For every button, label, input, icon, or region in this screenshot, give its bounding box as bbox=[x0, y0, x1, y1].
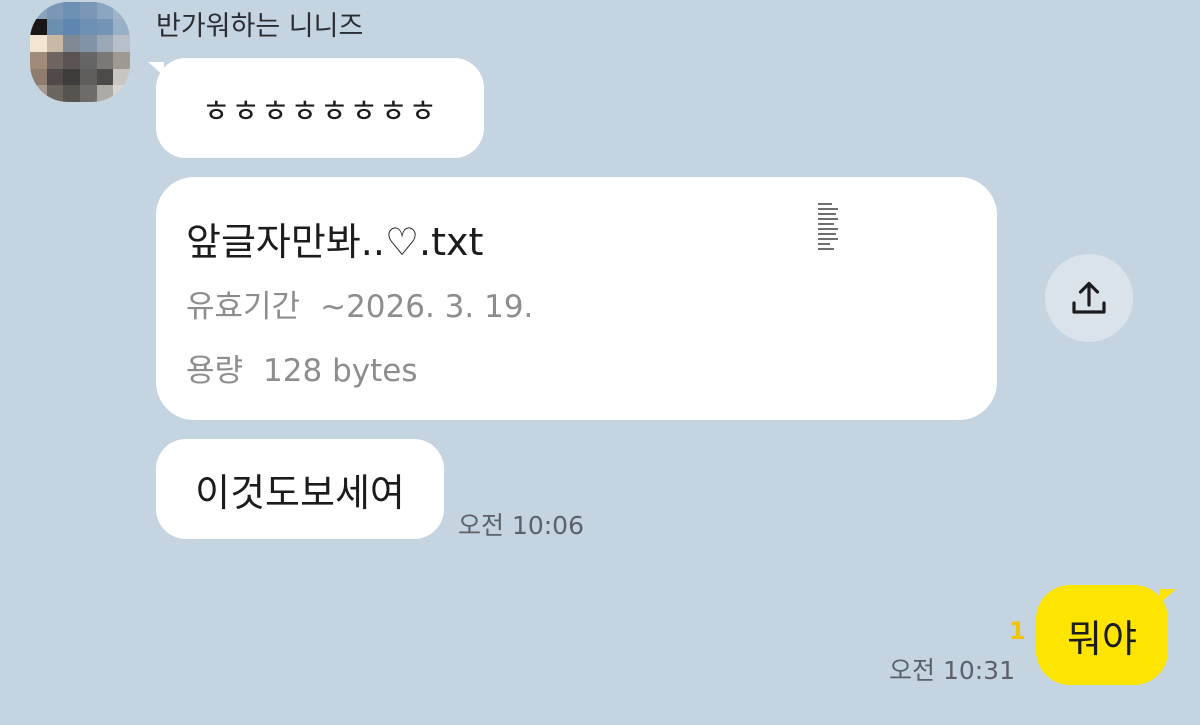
avatar-pixel bbox=[113, 35, 130, 52]
avatar-pixel bbox=[30, 85, 47, 102]
avatar-pixel bbox=[79, 35, 97, 52]
file-name: 앞글자만봐..♡.txt bbox=[186, 220, 484, 264]
sender-avatar[interactable] bbox=[30, 2, 130, 102]
avatar-pixel bbox=[96, 85, 114, 102]
share-button[interactable] bbox=[1045, 254, 1133, 342]
avatar-pixel bbox=[63, 35, 80, 52]
avatar-pixel bbox=[113, 85, 130, 102]
avatar-pixel bbox=[46, 51, 64, 69]
file-expiry-label: 유효기간 bbox=[186, 289, 301, 325]
document-thumbnail-icon bbox=[818, 203, 838, 259]
file-size: 용량 128 bytes bbox=[186, 345, 417, 390]
sender-name: 반가워하는 니니즈 bbox=[156, 11, 364, 42]
message-text: ㅎㅎㅎㅎㅎㅎㅎㅎ bbox=[201, 93, 439, 130]
avatar-pixel bbox=[63, 2, 80, 19]
avatar-pixel bbox=[63, 85, 80, 102]
avatar-pixel bbox=[96, 18, 114, 36]
message-bubble[interactable]: ㅎㅎㅎㅎㅎㅎㅎㅎ bbox=[148, 58, 484, 158]
avatar-pixel bbox=[96, 51, 114, 69]
avatar-pixel bbox=[30, 18, 47, 36]
message-text: 이것도보세여 bbox=[195, 470, 405, 515]
avatar-pixel bbox=[46, 18, 64, 36]
avatar-pixel bbox=[113, 18, 130, 36]
avatar-pixel bbox=[96, 68, 114, 86]
message-bubble[interactable]: 이것도보세여 bbox=[156, 439, 444, 539]
file-size-value: 128 bytes bbox=[263, 353, 418, 389]
avatar-pixel bbox=[113, 68, 130, 86]
avatar-pixel bbox=[46, 35, 64, 52]
unread-count-badge: 1 bbox=[1009, 617, 1026, 645]
avatar-pixel bbox=[96, 2, 114, 19]
avatar-pixel bbox=[79, 2, 97, 19]
avatar-pixel bbox=[79, 68, 97, 86]
avatar-pixel bbox=[30, 51, 47, 69]
outgoing-timestamp: 오전 10:31 bbox=[889, 656, 1015, 685]
share-upload-icon bbox=[1072, 281, 1106, 314]
file-size-label: 용량 bbox=[186, 353, 244, 389]
avatar-pixel bbox=[46, 68, 64, 86]
avatar-pixel bbox=[79, 85, 97, 102]
outgoing-message-text: 뭐야 bbox=[1067, 616, 1137, 661]
avatar-pixel bbox=[30, 68, 47, 86]
avatar-pixel bbox=[63, 51, 80, 69]
file-message-card[interactable]: 앞글자만봐..♡.txt 유효기간 ~2026. 3. 19. 용량 128 byt… bbox=[156, 177, 997, 420]
avatar-pixel bbox=[96, 35, 114, 52]
avatar-pixel bbox=[79, 51, 97, 69]
avatar-pixel bbox=[30, 2, 47, 19]
avatar-pixel bbox=[113, 2, 130, 19]
avatar-pixel bbox=[63, 18, 80, 36]
avatar-pixel bbox=[46, 85, 64, 102]
avatar-pixel bbox=[113, 51, 130, 69]
avatar-pixel bbox=[46, 2, 64, 19]
chat-room: 반가워하는 니니즈 ㅎㅎㅎㅎㅎㅎㅎㅎ 앞글자만봐..♡.txt 유효기간 ~202… bbox=[0, 0, 1200, 725]
file-expiry-value: ~2026. 3. 19. bbox=[320, 289, 534, 325]
avatar-pixel bbox=[79, 18, 97, 36]
message-timestamp: 오전 10:06 bbox=[458, 511, 584, 540]
avatar-pixel bbox=[63, 68, 80, 86]
avatar-pixel bbox=[30, 35, 47, 52]
file-expiry: 유효기간 ~2026. 3. 19. bbox=[186, 281, 533, 326]
outgoing-message-bubble[interactable]: 뭐야 bbox=[1036, 585, 1176, 685]
